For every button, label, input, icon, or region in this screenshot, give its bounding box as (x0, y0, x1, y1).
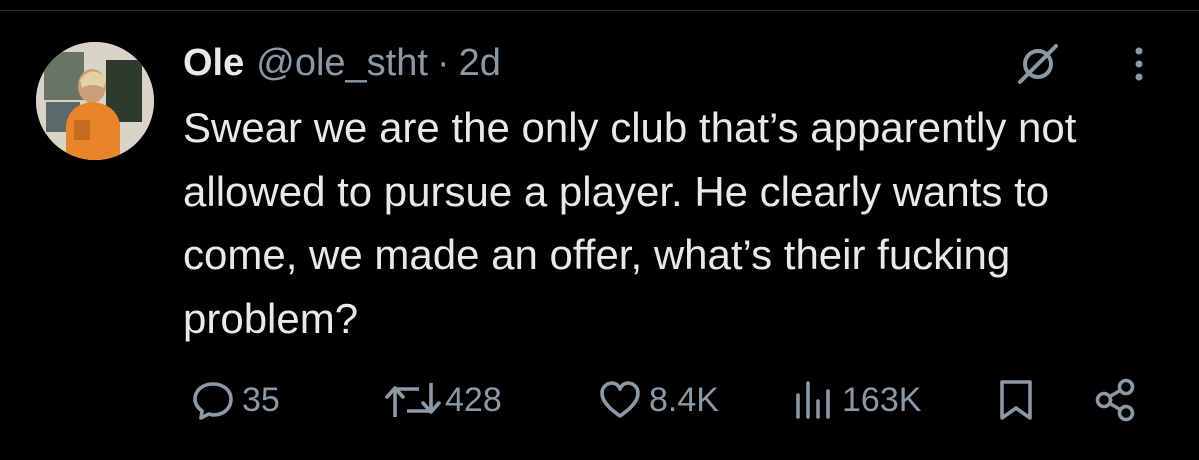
like-count: 8.4K (649, 380, 719, 419)
repost-count: 428 (445, 380, 502, 419)
repost-button[interactable]: 428 (383, 370, 502, 430)
author-name[interactable]: Ole (183, 42, 244, 85)
tweet-header: Ole @ole_stht · 2d (183, 38, 501, 88)
bookmark-icon (1000, 380, 1032, 420)
repost-arrows-icon (385, 383, 441, 417)
avatar[interactable] (36, 42, 154, 160)
share-icon (1095, 378, 1135, 422)
tweet-card[interactable]: Ole @ole_stht · 2d Swear we are the only… (0, 0, 1199, 460)
view-count: 163K (842, 380, 922, 419)
bookmark-button[interactable] (996, 370, 1036, 430)
bar-chart-icon (796, 381, 830, 419)
tweet-actions: 35 428 8.4K 163K (0, 370, 1199, 430)
share-button[interactable] (1092, 370, 1138, 430)
grok-icon[interactable] (1014, 40, 1062, 88)
heart-icon (600, 381, 640, 418)
speech-bubble-icon (193, 382, 233, 420)
views-button[interactable]: 163K (790, 370, 921, 430)
more-options-icon[interactable] (1124, 40, 1154, 88)
reply-count: 35 (242, 380, 280, 419)
header-separator: · (436, 41, 450, 84)
like-button[interactable]: 8.4K (597, 370, 719, 430)
tweet-text: Swear we are the only club that’s appare… (183, 104, 1077, 342)
reply-button[interactable]: 35 (190, 370, 280, 430)
timestamp[interactable]: 2d (459, 42, 501, 85)
author-handle[interactable]: @ole_stht (256, 42, 428, 85)
